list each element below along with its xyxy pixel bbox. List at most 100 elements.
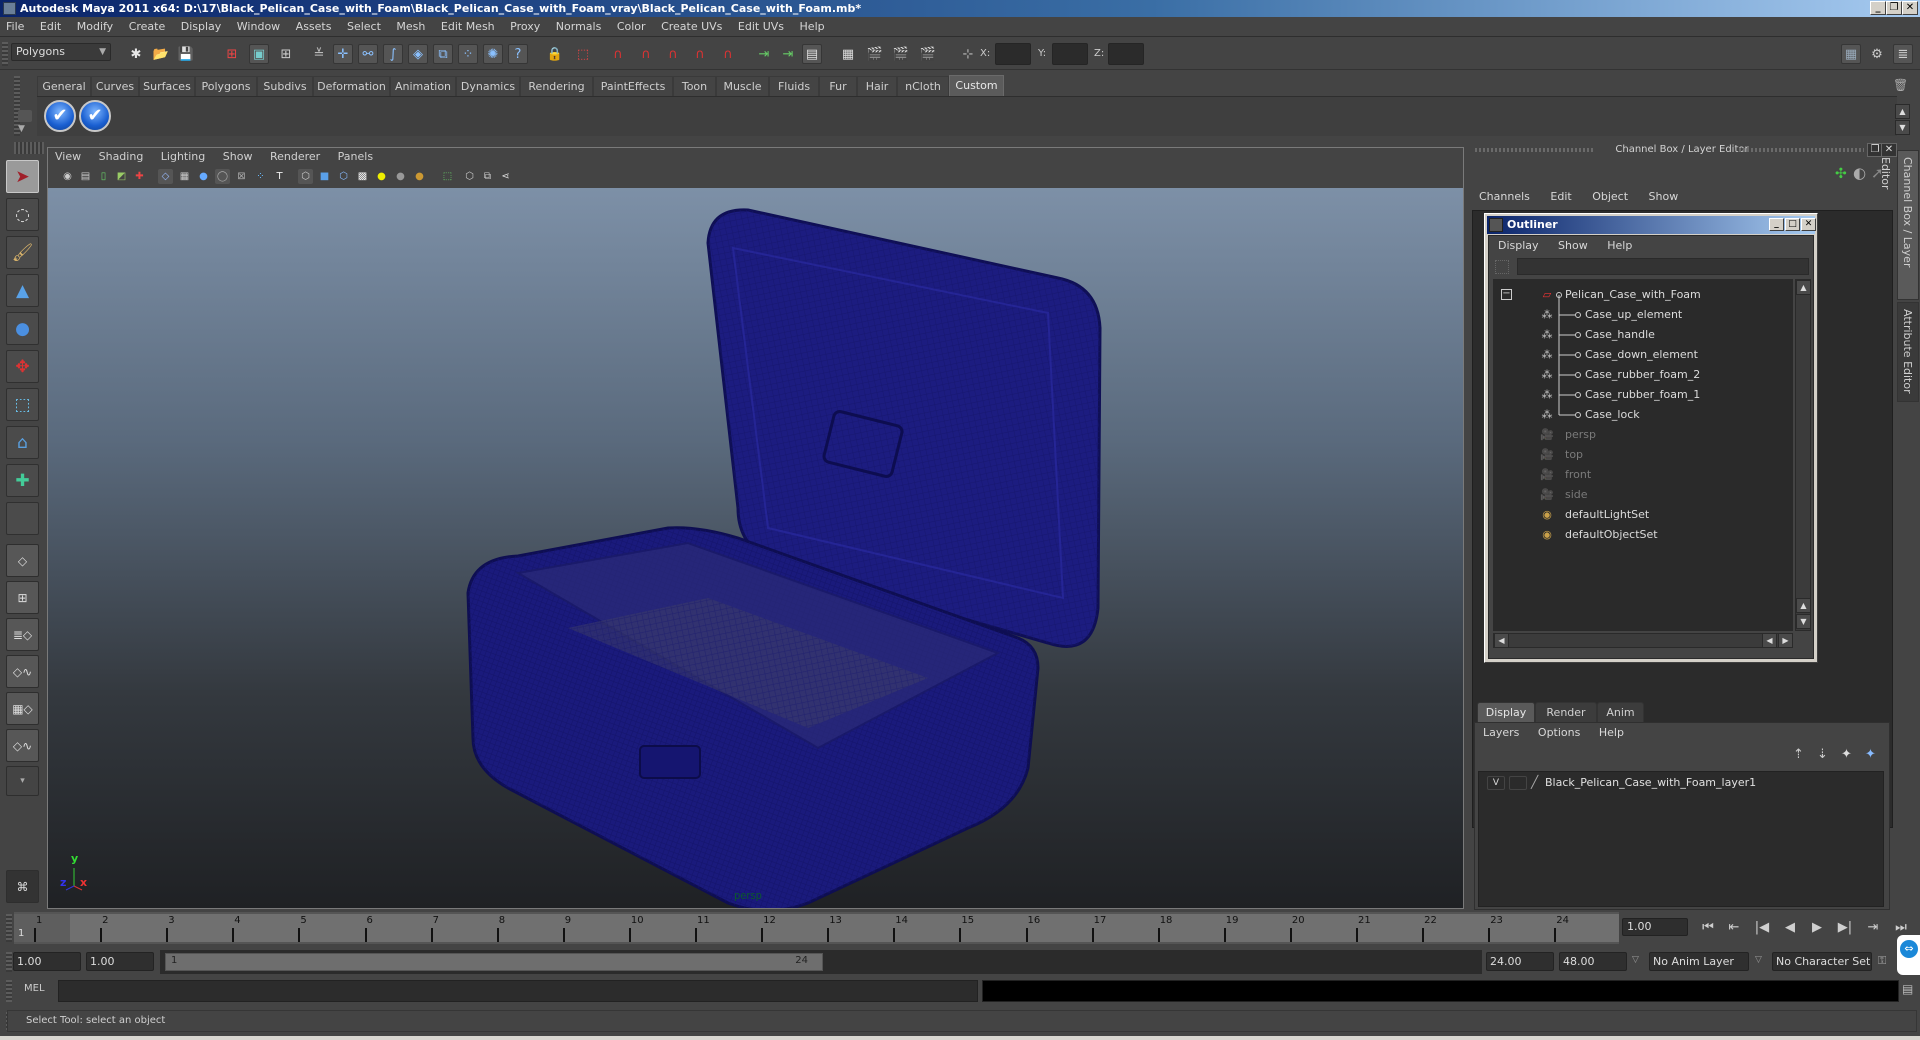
playback-end-field[interactable]: 24.00 — [1486, 952, 1554, 971]
outliner-item[interactable]: ⁂ Case_rubber_foam_2 — [1493, 365, 1783, 385]
select-joint-icon[interactable]: ⚯ — [358, 44, 378, 64]
soft-modification-icon[interactable]: ⌂ — [6, 426, 39, 459]
viewport-menu-shading[interactable]: Shading — [92, 148, 151, 166]
toolbox-grip[interactable] — [14, 142, 44, 154]
layer-tab-anim[interactable]: Anim — [1597, 702, 1644, 722]
create-layer-from-selected-icon[interactable]: ✦ — [1865, 747, 1876, 762]
menu-normals[interactable]: Normals — [550, 17, 608, 37]
scroll-left-icon[interactable]: ◀ — [1762, 633, 1777, 648]
menu-create[interactable]: Create — [123, 17, 172, 37]
layer-tab-render[interactable]: Render — [1535, 702, 1597, 722]
scale-tool-icon[interactable]: ✥ — [6, 350, 39, 383]
camera-attributes-icon[interactable]: ▤ — [78, 169, 93, 184]
move-tool-icon[interactable]: ▲ — [6, 274, 39, 307]
speed-icon[interactable]: ◐ — [1853, 164, 1866, 182]
attribute-editor-toggle-icon[interactable]: ▦ — [1841, 44, 1861, 64]
viewport-3d-canvas[interactable]: y z x persp — [48, 188, 1463, 908]
scroll-right-icon[interactable]: ▶ — [1778, 633, 1793, 648]
open-scene-icon[interactable]: 📂 — [151, 44, 171, 64]
shelf-tab-painteffects[interactable]: PaintEffects — [593, 76, 673, 96]
shelf-tab-animation[interactable]: Animation — [390, 76, 456, 96]
menu-mesh[interactable]: Mesh — [390, 17, 431, 37]
scroll-up-icon[interactable]: ▲ — [1796, 598, 1811, 613]
xray-joints-icon[interactable]: ⧉ — [480, 169, 495, 184]
shelf-scroll-up[interactable]: ▲ — [1895, 104, 1910, 119]
outliner-minimize-button[interactable]: _ — [1769, 218, 1784, 231]
layer-name[interactable]: Black_Pelican_Case_with_Foam_layer1 — [1545, 776, 1756, 789]
anim-layer-dropdown-arrow-icon[interactable]: ▽ — [1632, 955, 1639, 965]
isolate-select-icon[interactable]: ⬚ — [440, 169, 455, 184]
range-slider-bar[interactable]: 1 24 — [165, 953, 823, 971]
resolution-gate-icon[interactable]: ● — [196, 169, 211, 184]
shelf-tab-dynamics[interactable]: Dynamics — [456, 76, 520, 96]
cb-menu-show[interactable]: Show — [1639, 188, 1686, 206]
select-misc-icon[interactable]: ? — [508, 44, 528, 64]
render-view-icon[interactable]: ▦ — [838, 44, 858, 64]
wireframe-on-shaded-icon[interactable]: ⬡ — [336, 169, 351, 184]
high-quality-icon[interactable]: ● — [412, 169, 427, 184]
make-live-icon[interactable]: ∩ — [718, 44, 738, 64]
command-grip[interactable] — [6, 980, 12, 1002]
outliner-item[interactable]: ⁂ Case_lock — [1493, 405, 1783, 425]
cb-menu-edit[interactable]: Edit — [1540, 188, 1578, 206]
bookmarks-icon[interactable]: ▯ — [96, 169, 111, 184]
outliner-vertical-scrollbar[interactable]: ▲ ▲ ▼ — [1795, 279, 1811, 631]
playback-start-field[interactable]: 1.00 — [86, 952, 154, 971]
y-field[interactable] — [1052, 43, 1088, 65]
use-all-lights-icon[interactable]: ● — [374, 169, 389, 184]
z-field[interactable] — [1108, 43, 1144, 65]
viewport-menu-lighting[interactable]: Lighting — [154, 148, 212, 166]
range-grip[interactable] — [6, 952, 12, 972]
cb-menu-channels[interactable]: Channels — [1469, 188, 1537, 206]
outliner-item[interactable]: − ▱ Pelican_Case_with_Foam — [1493, 285, 1783, 305]
mel-command-input[interactable] — [58, 980, 978, 1002]
menu-assets[interactable]: Assets — [290, 17, 338, 37]
menu-help[interactable]: Help — [794, 17, 831, 37]
2d-pan-zoom-icon[interactable]: ✚ — [132, 169, 147, 184]
construction-history-icon[interactable]: ▤ — [802, 44, 822, 64]
x-field[interactable] — [995, 43, 1031, 65]
character-set-dropdown[interactable]: No Character Set — [1772, 952, 1872, 971]
outliner-persp-layout-icon[interactable]: ≣◇ — [6, 618, 39, 651]
scroll-up-icon[interactable]: ▲ — [1796, 280, 1811, 295]
select-rendering-icon[interactable]: ✺ — [483, 44, 503, 64]
outliner-item[interactable]: ⁂ Case_down_element — [1493, 345, 1783, 365]
lock-icon[interactable]: 🔒 — [545, 44, 565, 64]
side-tab-channel-box[interactable]: Channel Box / Layer Editor — [1879, 150, 1919, 300]
snap-view-plane-icon[interactable]: ∩ — [690, 44, 710, 64]
select-tool-icon[interactable]: ➤ — [6, 160, 39, 193]
safe-action-icon[interactable]: ⁘ — [253, 169, 268, 184]
smooth-shade-icon[interactable]: ■ — [317, 169, 332, 184]
output-ops-icon[interactable]: ⇥ — [778, 44, 798, 64]
outliner-item[interactable]: ◉ defaultObjectSet — [1493, 525, 1783, 545]
render-current-icon[interactable]: 🎬 — [865, 44, 885, 64]
outliner-item[interactable]: 🎥 front — [1493, 465, 1783, 485]
viewport-menu-renderer[interactable]: Renderer — [263, 148, 327, 166]
shelf-tab-ncloth[interactable]: nCloth — [897, 76, 949, 96]
save-scene-icon[interactable]: 💾 — [176, 44, 196, 64]
grid-icon[interactable]: ◇ — [158, 169, 173, 184]
highlight-selection-icon[interactable]: ⬚ — [573, 44, 593, 64]
move-layer-down-icon[interactable]: ⇣ — [1817, 747, 1828, 762]
outliner-menu-show[interactable]: Show — [1549, 236, 1595, 255]
shelf-check-button-1[interactable]: ✔ — [44, 100, 76, 132]
textured-icon[interactable]: ▩ — [355, 169, 370, 184]
universal-manipulator-icon[interactable]: ⬚ — [6, 388, 39, 421]
snap-curve-icon[interactable]: ∩ — [636, 44, 656, 64]
restore-button[interactable]: ❐ — [1886, 1, 1902, 15]
image-plane-icon[interactable]: ◩ — [114, 169, 129, 184]
input-ops-icon[interactable]: ⇥ — [754, 44, 774, 64]
select-object-icon[interactable]: ▣ — [249, 44, 269, 64]
shelf-tab-subdivs[interactable]: Subdivs — [257, 76, 313, 96]
close-panel-button[interactable]: ✕ — [1881, 143, 1897, 157]
shelf-tab-fluids[interactable]: Fluids — [769, 76, 819, 96]
layout-more-icon[interactable]: ▾ — [6, 766, 39, 796]
outliner-title-bar[interactable]: Outliner _ □ ✕ — [1487, 216, 1816, 234]
side-tab-attribute-editor[interactable]: Attribute Editor — [1897, 302, 1919, 402]
shelf-tab-general[interactable]: General — [37, 76, 91, 96]
shelf-tab-deformation[interactable]: Deformation — [313, 76, 390, 96]
animation-end-field[interactable]: 48.00 — [1559, 952, 1627, 971]
cb-menu-object[interactable]: Object — [1582, 188, 1635, 206]
safe-title-icon[interactable]: T — [272, 169, 287, 184]
rotate-tool-icon[interactable]: ● — [6, 312, 39, 345]
